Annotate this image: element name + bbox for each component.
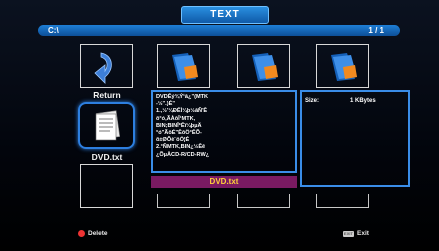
page-indicator: 1 / 1 bbox=[368, 26, 384, 35]
size-value: 1 KBytes bbox=[350, 98, 376, 104]
return-arrow-icon bbox=[94, 52, 112, 84]
page-title: TEXT bbox=[181, 6, 269, 24]
file-info-pane: Size: 1 KBytes bbox=[300, 90, 410, 187]
size-label: Size: bbox=[305, 98, 320, 104]
preview-line: õ°ó,ÃÀôÎ¹MTK, bbox=[156, 115, 196, 122]
path-bar: C:\ 1 / 1 bbox=[38, 25, 400, 36]
folder-icon bbox=[252, 53, 278, 81]
empty-tile bbox=[80, 164, 133, 208]
preview-line: ¿ÕµÄCD-R/CD-RW¿ bbox=[156, 151, 210, 158]
text-file-tile-selected[interactable] bbox=[78, 102, 135, 149]
red-button-icon bbox=[78, 230, 85, 237]
exit-hint[interactable]: Exit bbox=[357, 230, 369, 237]
preview-line: 2.°ÑMTK,BIN¿½Êê bbox=[156, 144, 206, 151]
text-preview-pane: DVDÊý¾Ý¹â¿"(MTK -½".)É" 1.,½'¼ÐÊÌ¼þ½âÑ'Ê… bbox=[151, 90, 297, 173]
text-browser-screen: TEXT C:\ 1 / 1 Return DVD.txt DVDÊý¾Ý¹â¿… bbox=[0, 0, 439, 251]
folder-tile[interactable] bbox=[237, 44, 290, 88]
folder-tile[interactable] bbox=[157, 44, 210, 88]
current-path: C:\ bbox=[48, 26, 59, 35]
exit-key-icon: EXIT bbox=[343, 231, 354, 237]
return-label: Return bbox=[93, 90, 121, 100]
folder-icon bbox=[331, 53, 357, 81]
text-document-icon bbox=[95, 110, 121, 141]
folder-icon bbox=[172, 53, 198, 81]
empty-tile bbox=[316, 194, 369, 208]
empty-tile bbox=[157, 194, 210, 208]
preview-line: DVDÊý¾Ý¹â¿"(MTK bbox=[156, 94, 209, 100]
folder-tile[interactable] bbox=[316, 44, 369, 88]
return-tile[interactable] bbox=[80, 44, 133, 88]
selected-file-label: DVD.txt bbox=[91, 152, 123, 162]
filename-bar: DVD.txt bbox=[151, 176, 297, 188]
preview-line: BIN;BINÎ*Êï¼þµÄ bbox=[156, 122, 202, 129]
empty-tile bbox=[237, 194, 290, 208]
delete-hint[interactable]: Delete bbox=[88, 230, 108, 237]
preview-line: 1.,½'¼ÐÊÌ¼þ½âÑ'Ê bbox=[156, 108, 208, 115]
